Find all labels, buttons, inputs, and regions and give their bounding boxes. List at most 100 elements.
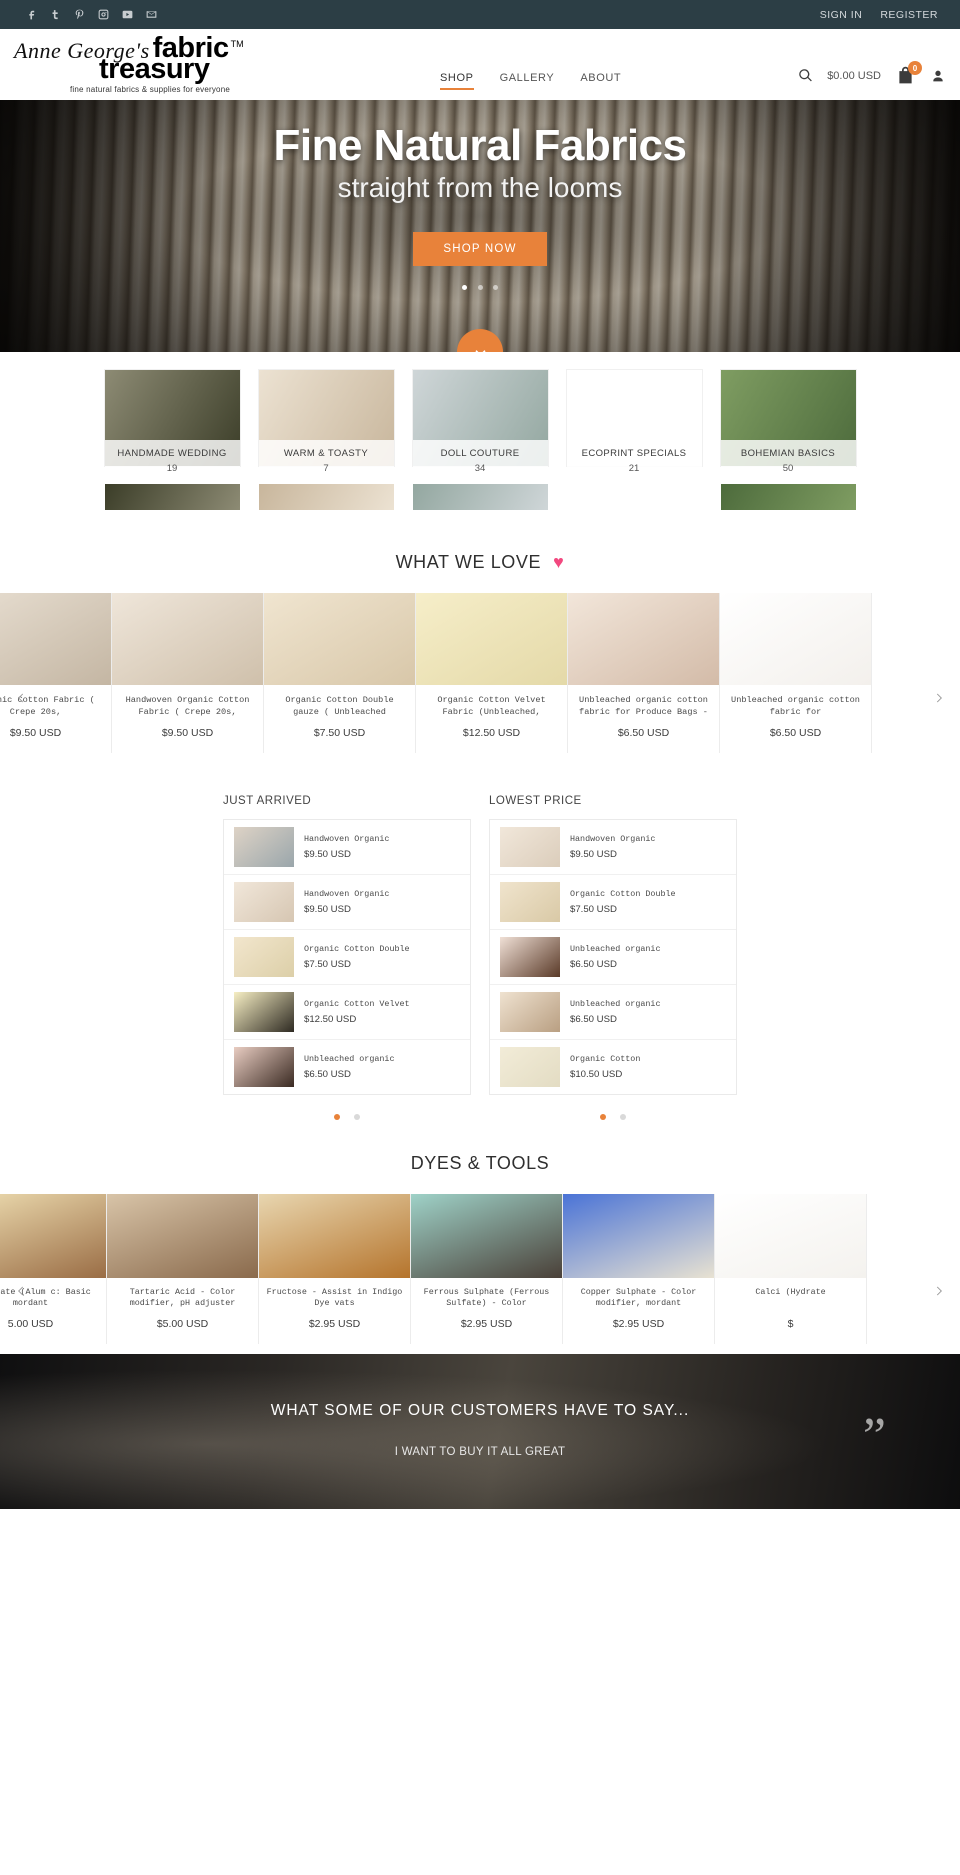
lowest-price-dot-2[interactable] — [620, 1114, 627, 1120]
dyes-tools-title: DYES & TOOLS — [410, 1153, 550, 1173]
sign-in-link[interactable]: SIGN IN — [820, 9, 863, 21]
list-item-text: Unbleached organic $6.50 USD — [570, 944, 660, 970]
pinterest-icon[interactable] — [72, 8, 86, 22]
list-item-image — [500, 937, 560, 977]
category-card[interactable]: WARM & TOASTY 7 — [258, 370, 394, 510]
email-icon[interactable] — [144, 8, 158, 22]
cart-bag-icon[interactable]: 0 — [895, 61, 922, 86]
just-arrived-dot-2[interactable] — [354, 1114, 361, 1120]
hero-dot-3[interactable] — [492, 285, 498, 290]
list-item[interactable]: Organic Cotton Double $7.50 USD — [490, 875, 736, 930]
nav-item-shop[interactable]: SHOP — [440, 72, 474, 90]
just-arrived-list: Handwoven Organic $9.50 USD Handwoven Orga… — [223, 819, 471, 1095]
product-card[interactable]: Organic Cotton Double gauze ( Unbleached… — [264, 593, 416, 753]
dye-product-card[interactable]: Copper Sulphate - Color modifier, mordan… — [563, 1194, 715, 1344]
site-logo[interactable]: Anne George's fabric TM treasury fine na… — [14, 34, 304, 94]
list-item-text: Organic Cotton $10.50 USD — [570, 1054, 640, 1080]
instagram-icon[interactable] — [96, 8, 110, 22]
dyes-next-arrow[interactable] — [926, 1278, 952, 1304]
product-card[interactable]: Handwoven Organic Cotton Fabric ( Crepe … — [112, 593, 264, 753]
dye-product-card[interactable]: Fructose - Assist in Indigo Dye vats $2.9… — [259, 1194, 411, 1344]
shop-now-button[interactable]: SHOP NOW — [413, 232, 547, 267]
hero-banner: Fine Natural Fabrics straight from the l… — [0, 100, 960, 352]
list-item[interactable]: Organic Cotton Velvet $12.50 USD — [224, 985, 470, 1040]
list-item[interactable]: Handwoven Organic $9.50 USD — [224, 875, 470, 930]
product-price: $12.50 USD — [462, 727, 521, 739]
list-item[interactable]: Unbleached organic $6.50 USD — [224, 1040, 470, 1094]
product-card[interactable]: Unbleached organic cotton fabric for Pro… — [568, 593, 720, 753]
dye-product-image — [259, 1194, 410, 1278]
list-item[interactable]: Unbleached organic $6.50 USD — [490, 930, 736, 985]
product-lists-section: JUST ARRIVED Handwoven Organic $9.50 USD H… — [0, 763, 960, 1125]
list-item-price: $12.50 USD — [304, 1013, 357, 1025]
dye-product-card[interactable]: Ferrous Sulphate (Ferrous Sulfate) - Col… — [411, 1194, 563, 1344]
product-image — [720, 593, 871, 685]
product-card[interactable]: Organic Cotton Fabric ( Crepe 20s,$9.50 … — [0, 593, 112, 753]
list-item-image — [234, 882, 294, 922]
category-image-bottom — [258, 484, 394, 510]
category-card[interactable]: HANDMADE WEDDING 19 — [104, 370, 240, 510]
lowest-price-dot-1[interactable] — [599, 1114, 606, 1120]
facebook-icon[interactable] — [24, 8, 38, 22]
nav-item-about[interactable]: ABOUT — [580, 72, 621, 90]
list-item[interactable]: Handwoven Organic $9.50 USD — [490, 820, 736, 875]
product-card[interactable]: Unbleached organic cotton fabric for $6.5… — [720, 593, 872, 753]
product-price: $9.50 USD — [9, 727, 62, 739]
cart-count-badge: 0 — [908, 61, 922, 75]
dye-product-price: $ — [787, 1318, 794, 1330]
product-image — [112, 593, 263, 685]
category-label-band: BOHEMIAN BASICS 50 — [720, 440, 856, 484]
nav-item-gallery[interactable]: GALLERY — [500, 72, 555, 90]
dye-product-card[interactable]: Calci (Hydrate $ — [715, 1194, 867, 1344]
list-item[interactable]: Handwoven Organic $9.50 USD — [224, 820, 470, 875]
product-name: Organic Cotton Double gauze ( Unbleached — [285, 695, 394, 717]
hero-carousel-dots — [0, 277, 960, 295]
list-item[interactable]: Organic Cotton $10.50 USD — [490, 1040, 736, 1094]
lowest-price-column: LOWEST PRICE Handwoven Organic $9.50 USD O… — [489, 795, 737, 1125]
dye-product-price: $2.95 USD — [460, 1318, 513, 1330]
hero-dot-1[interactable] — [462, 285, 468, 290]
product-price: $6.50 USD — [769, 727, 822, 739]
category-name: HANDMADE WEDDING — [117, 448, 227, 459]
list-item-price: $6.50 USD — [570, 1013, 617, 1025]
dye-product-card[interactable]: m Acetate (Alum c: Basic mordant5.00 USD — [0, 1194, 107, 1344]
list-item-text: Organic Cotton Double $7.50 USD — [304, 944, 410, 970]
testimonial-body: I WANT TO BUY IT ALL GREAT — [394, 1446, 566, 1458]
youtube-icon[interactable] — [120, 8, 134, 22]
list-item-image — [234, 1047, 294, 1087]
list-item-name: Organic Cotton Double — [304, 944, 410, 955]
twitter-icon[interactable] — [48, 8, 62, 22]
account-links: SIGN IN REGISTER — [820, 9, 944, 21]
list-item-image — [500, 827, 560, 867]
dyes-prev-arrow[interactable] — [8, 1278, 34, 1304]
category-label-band: HANDMADE WEDDING 19 — [104, 440, 240, 484]
product-card[interactable]: Organic Cotton Velvet Fabric (Unbleached… — [416, 593, 568, 753]
category-card[interactable]: DOLL COUTURE 34 — [412, 370, 548, 510]
user-account-icon[interactable] — [930, 68, 946, 84]
product-price: $7.50 USD — [313, 727, 366, 739]
list-item-name: Handwoven Organic — [304, 889, 390, 900]
hero-dot-2[interactable] — [477, 285, 483, 290]
category-count: 34 — [474, 463, 486, 474]
category-label-band: DOLL COUTURE 34 — [412, 440, 548, 484]
just-arrived-dot-1[interactable] — [333, 1114, 340, 1120]
register-link[interactable]: REGISTER — [880, 9, 938, 21]
logo-tagline: fine natural fabrics & supplies for ever… — [70, 84, 230, 94]
category-label-band: WARM & TOASTY 7 — [258, 440, 394, 484]
category-card[interactable]: BOHEMIAN BASICS 50 — [720, 370, 856, 510]
dyes-tools-heading: DYES & TOOLS — [0, 1153, 960, 1174]
top-utility-bar: SIGN IN REGISTER — [0, 0, 960, 29]
product-name: Organic Cotton Velvet Fabric (Unbleached… — [437, 695, 546, 717]
category-card[interactable]: ECOPRINT SPECIALS 21 — [566, 370, 702, 510]
carousel-next-arrow[interactable] — [926, 685, 952, 711]
dye-product-image — [563, 1194, 714, 1278]
dye-product-name: Calci (Hydrate — [755, 1287, 826, 1297]
scroll-down-button[interactable] — [457, 329, 503, 352]
carousel-prev-arrow[interactable] — [8, 685, 34, 711]
search-icon[interactable] — [798, 68, 813, 83]
dye-product-card[interactable]: Tartaric Acid - Color modifier, pH adjus… — [107, 1194, 259, 1344]
list-item[interactable]: Organic Cotton Double $7.50 USD — [224, 930, 470, 985]
dye-product-image — [0, 1194, 106, 1278]
just-arrived-column: JUST ARRIVED Handwoven Organic $9.50 USD H… — [223, 795, 471, 1125]
list-item[interactable]: Unbleached organic $6.50 USD — [490, 985, 736, 1040]
